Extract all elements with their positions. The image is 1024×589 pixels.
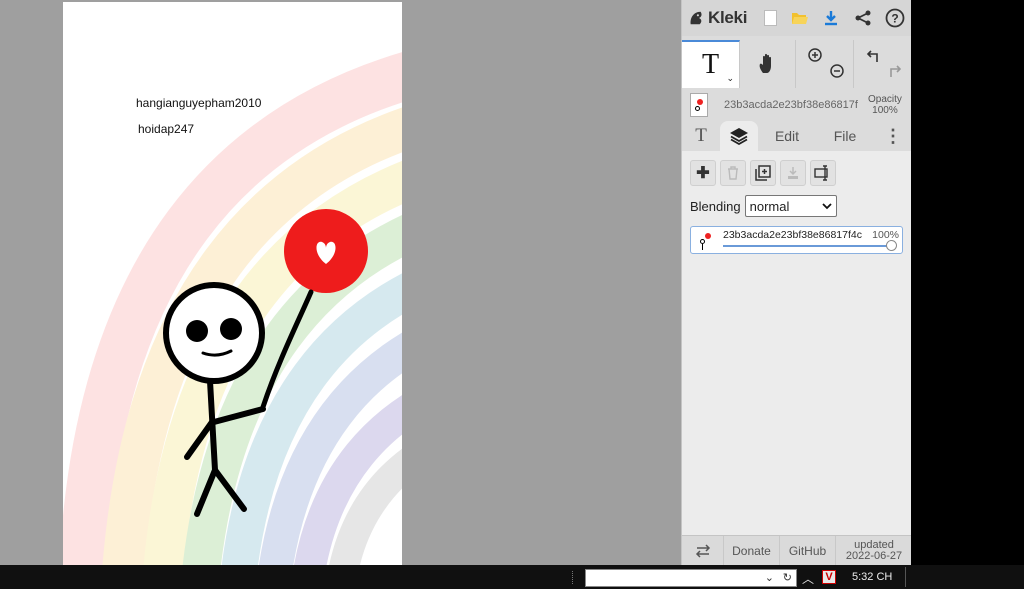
merge-down-icon: [788, 167, 798, 179]
panel-tabs: T Edit File ⋮: [682, 121, 912, 151]
donate-link[interactable]: Donate: [724, 536, 780, 566]
layers-icon: [730, 128, 748, 145]
chevron-down-icon: [821, 203, 832, 210]
layer-item-opacity: 100%: [872, 229, 899, 241]
blending-label: Blending: [690, 198, 741, 214]
chevron-down-icon[interactable]: ⌄: [765, 571, 774, 584]
canvas-workspace[interactable]: hangianguyepham2010 hoidap247: [0, 0, 681, 565]
canvas-drawing: [63, 52, 402, 565]
add-layer-button[interactable]: ✚: [690, 160, 716, 186]
plus-icon: ✚: [696, 165, 710, 182]
help-button[interactable]: ?: [883, 6, 907, 30]
panel-footer: Donate GitHub updated 2022-06-27: [682, 535, 912, 566]
new-image-icon: [763, 10, 777, 26]
new-image-button[interactable]: [758, 6, 782, 30]
swap-sides-button[interactable]: [682, 536, 724, 566]
layer-opacity-slider-handle[interactable]: [886, 240, 897, 251]
delete-layer-button[interactable]: [720, 160, 746, 186]
text-tool-button[interactable]: T ⌄: [682, 40, 740, 88]
opacity-value: 100%: [872, 105, 898, 116]
taskbar: ⌄ ↻ ︿ V 5:32 CH: [0, 565, 1024, 589]
taskbar-divider: [572, 571, 574, 584]
duplicate-icon: [755, 165, 771, 181]
zoom-in-icon[interactable]: [808, 48, 822, 62]
undo-redo-controls: [854, 40, 912, 88]
show-desktop-divider[interactable]: [905, 567, 906, 587]
layer-opacity-readout: Opacity 100%: [868, 94, 902, 116]
undo-icon[interactable]: [866, 49, 882, 63]
figure-head: [163, 282, 265, 384]
layer-buttons: ✚: [690, 160, 836, 186]
github-link[interactable]: GitHub: [780, 536, 836, 566]
updated-date: 2022-06-27: [845, 550, 903, 562]
rename-icon: [814, 165, 828, 181]
panel-header: Kleki ?: [682, 0, 912, 36]
logo-text: Kleki: [708, 8, 748, 27]
share-button[interactable]: [851, 6, 875, 30]
download-button[interactable]: [819, 6, 843, 30]
redo-icon[interactable]: [886, 64, 902, 78]
tab-layers[interactable]: [720, 121, 758, 151]
zoom-out-icon[interactable]: [830, 64, 844, 78]
blending-select[interactable]: normal: [744, 195, 837, 217]
canvas-text-1: hangianguyepham2010: [136, 96, 262, 110]
layers-tab-content: ✚ Blending normal 23b3acda2e23bf38e86817…: [682, 151, 912, 535]
layer-item-thumbnail: [697, 230, 713, 251]
taskbar-address-box[interactable]: ⌄ ↻: [585, 569, 797, 587]
opacity-label: Opacity: [868, 94, 902, 105]
current-layer-name: 23b3acda2e23bf38e86817f: [724, 99, 858, 111]
chevron-down-icon[interactable]: ⌄: [726, 73, 734, 84]
screen-margin: [911, 0, 1024, 565]
drawing-canvas[interactable]: hangianguyepham2010 hoidap247: [63, 2, 402, 565]
blending-row: Blending normal: [690, 195, 837, 217]
tool-row: T ⌄: [682, 40, 912, 88]
tab-text-tool[interactable]: T: [682, 121, 720, 151]
canvas-text-2: hoidap247: [138, 122, 195, 136]
merge-layer-button[interactable]: [780, 160, 806, 186]
trash-icon: [728, 166, 738, 180]
more-options-icon[interactable]: ⋮: [874, 121, 912, 151]
layer-list-item[interactable]: 23b3acda2e23bf38e86817f4c 100%: [690, 226, 903, 254]
zoom-controls: [796, 40, 854, 88]
hand-icon: [759, 53, 771, 73]
rename-layer-button[interactable]: [810, 160, 836, 186]
tab-edit[interactable]: Edit: [758, 121, 816, 151]
hand-tool-button[interactable]: [740, 40, 796, 88]
svg-text:?: ?: [891, 12, 898, 26]
open-image-button[interactable]: [788, 6, 812, 30]
refresh-icon[interactable]: ↻: [783, 571, 792, 584]
layer-item-name: 23b3acda2e23bf38e86817f4c: [723, 229, 862, 241]
changelog-link[interactable]: updated 2022-06-27: [836, 536, 912, 566]
figure-left-eye: [186, 320, 208, 342]
download-icon: [825, 11, 837, 26]
taskbar-clock[interactable]: 5:32 CH: [852, 571, 892, 583]
text-tool-icon: T: [701, 49, 720, 80]
share-icon: [855, 10, 871, 26]
tab-file[interactable]: File: [816, 121, 874, 151]
layer-thumbnail: [690, 93, 708, 117]
app-window: hangianguyepham2010 hoidap247 Kleki ? T …: [0, 0, 1024, 589]
figure-right-eye: [220, 318, 242, 340]
current-layer-info: 23b3acda2e23bf38e86817f Opacity 100%: [682, 90, 912, 120]
duplicate-layer-button[interactable]: [750, 160, 776, 186]
chevron-up-icon[interactable]: ︿: [802, 570, 814, 587]
text-tab-icon: T: [695, 125, 707, 146]
layer-opacity-slider[interactable]: [723, 245, 893, 247]
help-icon: ?: [885, 8, 905, 28]
blending-value: normal: [749, 198, 790, 214]
kleki-logo[interactable]: Kleki: [688, 8, 747, 28]
side-panel: Kleki ? T ⌄ 23b3acda2e23bf38e86817f Opac…: [681, 0, 912, 566]
kleki-logo-icon: [690, 11, 702, 25]
swap-icon: [695, 544, 710, 558]
open-folder-icon: [792, 13, 808, 24]
app-badge-icon[interactable]: V: [822, 570, 836, 584]
